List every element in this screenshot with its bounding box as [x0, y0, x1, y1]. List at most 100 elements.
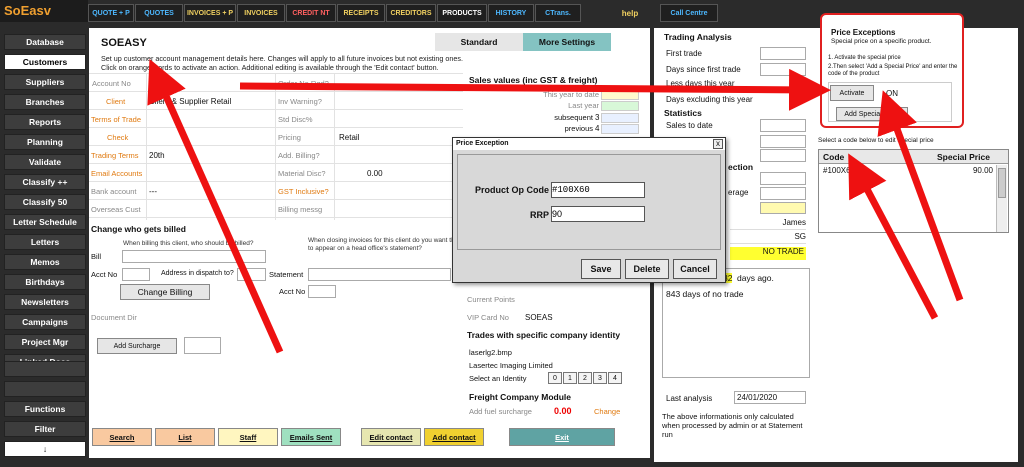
subsequent-label: subsequent [554, 113, 593, 122]
bill-input[interactable] [122, 250, 266, 263]
statement-input[interactable] [308, 268, 451, 281]
product-code-label: Product Op Code [475, 185, 549, 195]
sidebar-item-reports[interactable]: Reports [4, 114, 86, 130]
topnav-quote-p[interactable]: QUOTE + P [88, 4, 134, 22]
sidebar-arrow-down-icon[interactable]: ↓ [4, 441, 86, 457]
sidebar-item-birthdays[interactable]: Birthdays [4, 274, 86, 290]
change-billed-title: Change who gets billed [91, 224, 186, 234]
identity-option-3[interactable]: 3 [593, 372, 607, 384]
sales-values-title: Sales values (inc GST & freight) [469, 75, 598, 85]
trade-notes-box: 32 days ago. 843 days of no trade [662, 268, 810, 378]
acct-no-input[interactable] [122, 268, 150, 281]
sidebar-item-classify-[interactable]: Classify ++ [4, 174, 86, 190]
sidebar-item-branches[interactable]: Branches [4, 94, 86, 110]
identity-option-1[interactable]: 1 [563, 372, 577, 384]
address-dispatch-input[interactable] [237, 268, 266, 281]
sidebar-item-customers[interactable]: Customers [4, 54, 86, 70]
trades-title: Trades with specific company identity [467, 330, 621, 340]
pricing-label: Pricing [278, 132, 301, 142]
topnav-creditors[interactable]: CREDITORS [386, 4, 436, 22]
sidebar-item-newsletters[interactable]: Newsletters [4, 294, 86, 310]
table-row[interactable]: #100X60 90.00 [819, 165, 995, 177]
info-text-1: Set up customer account management detai… [101, 54, 463, 63]
trading-terms-link[interactable]: Trading Terms [91, 146, 139, 164]
info-text-2: Click on orange words to activate an act… [101, 63, 439, 72]
sidebar-item-memos[interactable]: Memos [4, 254, 86, 270]
tab-standard[interactable]: Standard [435, 33, 523, 51]
check-link[interactable]: Check [107, 128, 128, 146]
table-header: Code Special Price [819, 150, 1008, 164]
topnav-ctrans-[interactable]: CTrans. [535, 4, 581, 22]
table-scrollbar[interactable] [996, 165, 1007, 232]
rrp-input[interactable] [551, 206, 645, 222]
change-billing-button[interactable]: Change Billing [120, 284, 210, 300]
account-no-value: 2530 [149, 78, 167, 88]
stat-field-2 [760, 135, 806, 148]
add-surcharge-button[interactable]: Add Surcharge [97, 338, 177, 354]
delete-button[interactable]: Delete [625, 259, 669, 279]
sidebar-item-functions[interactable]: Functions [4, 401, 86, 417]
search-button[interactable]: Search [92, 428, 152, 446]
add-contact-button[interactable]: Add contact [424, 428, 484, 446]
days-since-label: Days since first trade [666, 65, 741, 74]
tab-more-settings[interactable]: More Settings [523, 33, 611, 51]
close-icon[interactable]: x [713, 139, 723, 149]
this-year-field [601, 90, 639, 100]
sidebar-spacer [4, 381, 86, 397]
sidebar-item-suppliers[interactable]: Suppliers [4, 74, 86, 90]
activate-button[interactable]: Activate [830, 85, 874, 101]
price-exceptions-box: Price Exceptions Special price on a spec… [820, 13, 964, 128]
fuel-change-link[interactable]: Change [594, 407, 620, 416]
last-analysis-label: Last analysis [666, 394, 713, 403]
list-button[interactable]: List [155, 428, 215, 446]
sidebar-item-planning[interactable]: Planning [4, 134, 86, 150]
acct-no2-input[interactable] [308, 285, 336, 298]
sidebar-item-validate[interactable]: Validate [4, 154, 86, 170]
laser-company: Lasertec Imaging Limited [469, 361, 553, 370]
surcharge-input[interactable] [184, 337, 221, 354]
topnav-receipts[interactable]: RECEIPTS [337, 4, 385, 22]
topnav-invoices-p[interactable]: INVOICES + P [184, 4, 236, 22]
email-accounts-link[interactable]: Email Accounts [91, 164, 142, 182]
sidebar: Database Customers Suppliers Branches Report… [4, 34, 86, 370]
cancel-button[interactable]: Cancel [673, 259, 717, 279]
staff-button[interactable]: Staff [218, 428, 278, 446]
identity-option-4[interactable]: 4 [608, 372, 622, 384]
sidebar-item-letter-schedule[interactable]: Letter Schedule [4, 214, 86, 230]
account-no-label: Account No [92, 78, 131, 88]
document-dir-label: Document Dir [91, 313, 137, 322]
identity-option-0[interactable]: 0 [548, 372, 562, 384]
last-analysis-value: 24/01/2020 [734, 391, 806, 404]
sidebar-item-classify-50[interactable]: Classify 50 [4, 194, 86, 210]
gst-inclusive-link[interactable]: GST Inclusive? [278, 182, 329, 200]
topnav-credit-nt[interactable]: CREDIT NT [286, 4, 336, 22]
save-button[interactable]: Save [581, 259, 621, 279]
identity-option-2[interactable]: 2 [578, 372, 592, 384]
client-link[interactable]: Client [106, 92, 125, 110]
topnav-invoices[interactable]: INVOICES [237, 4, 285, 22]
help-button[interactable]: help [610, 4, 650, 22]
col-code: Code [823, 152, 845, 162]
yellow-field [760, 202, 806, 214]
price-exceptions-title: Price Exceptions [831, 28, 896, 37]
bill-hint: When billing this client, who should be … [123, 240, 254, 247]
stat-field-4 [760, 172, 806, 185]
select-code-hint: Select a code below to edit special pric… [818, 137, 934, 144]
topnav-products[interactable]: PRODUCTS [437, 4, 487, 22]
topnav-history[interactable]: HISTORY [488, 4, 534, 22]
sidebar-item-project-mgr[interactable]: Project Mgr [4, 334, 86, 350]
sidebar-item-filter[interactable]: Filter [4, 421, 86, 437]
topnav-quotes[interactable]: QUOTES [135, 4, 183, 22]
product-code-input[interactable] [551, 182, 645, 198]
edit-contact-button[interactable]: Edit contact [361, 428, 421, 446]
sidebar-item-database[interactable]: Database [4, 34, 86, 50]
sidebar-item-campaigns[interactable]: Campaigns [4, 314, 86, 330]
call-centre-button[interactable]: Call Centre [660, 4, 718, 22]
sidebar-item-letters[interactable]: Letters [4, 234, 86, 250]
last-year-field [601, 101, 639, 111]
sidebar-bottom: Functions Filter ↓ [4, 361, 86, 457]
emails-sent-button[interactable]: Emails Sent [281, 428, 341, 446]
terms-of-trade-link[interactable]: Terms of Trade [91, 110, 141, 128]
exit-button[interactable]: Exit [509, 428, 615, 446]
add-special-price-button[interactable]: Add Special Price [836, 107, 908, 121]
